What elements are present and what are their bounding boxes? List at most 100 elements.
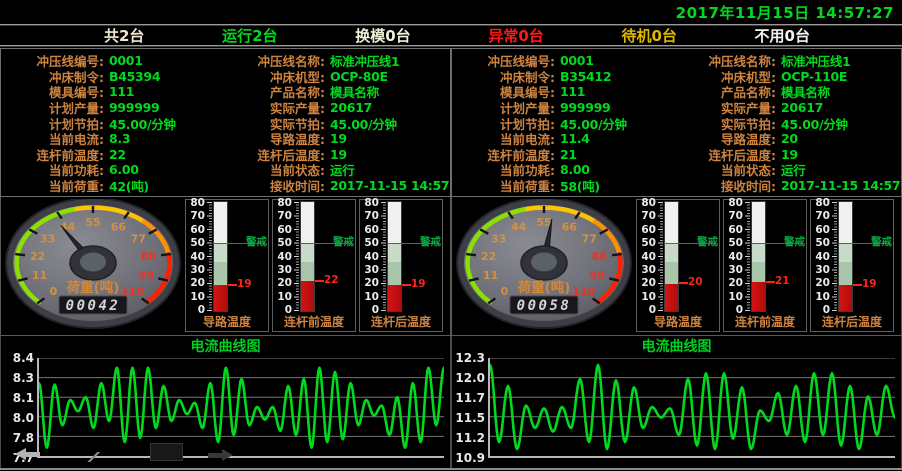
scale-tick-label: 50 [360, 237, 379, 249]
separator [0, 45, 902, 47]
thermometer-scale: 80706050403020100 [273, 200, 293, 313]
svg-text:33: 33 [491, 233, 506, 246]
info-label: 当前荷重: [7, 176, 104, 195]
warning-label: 警戒 [871, 236, 892, 249]
thermometer-guide-temp: 80706050403020100 警戒 19 导路温度 [185, 199, 269, 332]
scale-tick-label: 50 [724, 237, 743, 249]
status-mold-change: 换模0台 [355, 25, 410, 46]
nav-back-button[interactable] [15, 448, 41, 461]
y-axis-tick-label: 11.5 [452, 411, 485, 425]
svg-text:99: 99 [139, 269, 154, 282]
hmi-dashboard: 2017年11月15日 14:57:27 共2台 运行2台 换模0台 异常0台 … [0, 0, 902, 471]
value-marker [402, 284, 411, 286]
window-bottom-edge [0, 468, 902, 470]
info-value: 标准冲压线1 [325, 51, 451, 70]
info-value: B45394 [104, 69, 225, 84]
nav-forward-button[interactable] [207, 449, 233, 462]
value-marker [315, 280, 324, 282]
gauge-label: 荷重(吨) [517, 279, 571, 296]
scale-tick-label: 30 [637, 264, 656, 276]
info-value: 模具名称 [325, 82, 451, 101]
info-value: 45.00/分钟 [555, 114, 676, 133]
gauge-odometer: 00058 [517, 298, 572, 314]
thermometer-scale: 80706050403020100 [811, 200, 831, 313]
svg-text:88: 88 [592, 250, 607, 263]
chart-title: 电流曲线图 [1, 338, 450, 356]
info-value: 42(吨) [104, 176, 225, 195]
thermometer-value: 22 [324, 274, 339, 287]
scale-tick-label: 60 [811, 224, 830, 236]
tick-strip [658, 202, 663, 311]
stop-button[interactable] [150, 443, 183, 461]
svg-text:88: 88 [141, 250, 156, 263]
info-value: 111 [555, 84, 676, 99]
thermometer-fill [301, 281, 314, 311]
scale-tick-label: 40 [724, 251, 743, 263]
tick-strip [381, 202, 386, 311]
scale-tick-label: 80 [724, 197, 743, 209]
svg-text:99: 99 [590, 269, 605, 282]
info-value: 2017-11-15 14:57:24 [325, 178, 451, 193]
gauge-odometer: 00042 [66, 298, 121, 314]
thermometer-fill [388, 285, 401, 311]
status-running: 运行2台 [222, 25, 277, 46]
thermometer-tube [213, 201, 228, 312]
chart-plot [37, 358, 444, 458]
scale-tick-label: 20 [273, 277, 292, 289]
press-line-panel-1: 冲压线编号:0001冲压线名称:标准冲压线1冲床制令:B45394冲床机型:OC… [0, 48, 451, 468]
scale-tick-label: 50 [637, 237, 656, 249]
thermometer-value: 19 [237, 278, 252, 291]
scale-tick-label: 60 [273, 224, 292, 236]
scale-tick-label: 80 [811, 197, 830, 209]
scale-tick-label: 50 [186, 237, 205, 249]
info-value: 45.00/分钟 [776, 114, 902, 133]
thermometer-rod-rear-temp: 80706050403020100 警戒 19 连杆后温度 [810, 199, 894, 332]
svg-text:55: 55 [85, 216, 100, 229]
meter-row: 0112233445566778899110荷重(吨)00042 8070605… [0, 197, 451, 336]
warning-label: 警戒 [697, 236, 718, 249]
scale-tick-label: 20 [811, 277, 830, 289]
y-axis-labels: 12.312.011.711.511.210.9 [452, 358, 488, 458]
scale-tick-label: 70 [637, 210, 656, 222]
svg-text:44: 44 [511, 220, 527, 233]
thermometer-label: 连杆后温度 [360, 313, 442, 330]
tick-strip [745, 202, 750, 311]
scale-tick-label: 60 [637, 224, 656, 236]
y-axis-tick-label: 11.2 [452, 431, 485, 445]
scale-tick-label: 60 [186, 224, 205, 236]
info-value: 2017-11-15 14:57:24 [776, 178, 902, 193]
scale-tick-label: 30 [811, 264, 830, 276]
info-value: 22 [104, 147, 225, 162]
value-marker [679, 282, 688, 284]
thermometer-fill [752, 282, 765, 311]
value-marker [766, 281, 775, 283]
y-axis-tick-label: 8.3 [1, 371, 34, 385]
scale-tick-label: 10 [360, 291, 379, 303]
scale-tick-label: 30 [186, 264, 205, 276]
info-value: 58(吨) [555, 176, 676, 195]
thermometer-tube [300, 201, 315, 312]
svg-text:77: 77 [131, 233, 146, 246]
forward-arrow-icon [207, 449, 233, 462]
status-standby: 待机0台 [621, 25, 676, 46]
scale-tick-label: 10 [724, 291, 743, 303]
press-line-panel-2: 冲压线编号:0001冲压线名称:标准冲压线1冲床制令:B35412冲床机型:OC… [451, 48, 902, 468]
y-axis-tick-label: 12.3 [452, 351, 485, 365]
pencil-icon[interactable] [86, 452, 101, 462]
thermometer-tube [838, 201, 853, 312]
scale-tick-label: 40 [811, 251, 830, 263]
info-value: 运行 [325, 160, 451, 179]
info-value: 标准冲压线1 [776, 51, 902, 70]
y-axis-tick-label: 8.1 [1, 391, 34, 405]
value-marker [228, 284, 237, 286]
status-total: 共2台 [104, 25, 144, 46]
info-value: 45.00/分钟 [104, 114, 225, 133]
scale-tick-label: 40 [186, 251, 205, 263]
info-label: 当前荷重: [458, 176, 555, 195]
thermometer-value: 21 [775, 275, 790, 288]
scale-tick-label: 70 [811, 210, 830, 222]
info-value: 20 [776, 131, 902, 146]
thermometer-fill [214, 285, 227, 311]
scale-tick-label: 80 [637, 197, 656, 209]
svg-text:22: 22 [481, 250, 496, 263]
